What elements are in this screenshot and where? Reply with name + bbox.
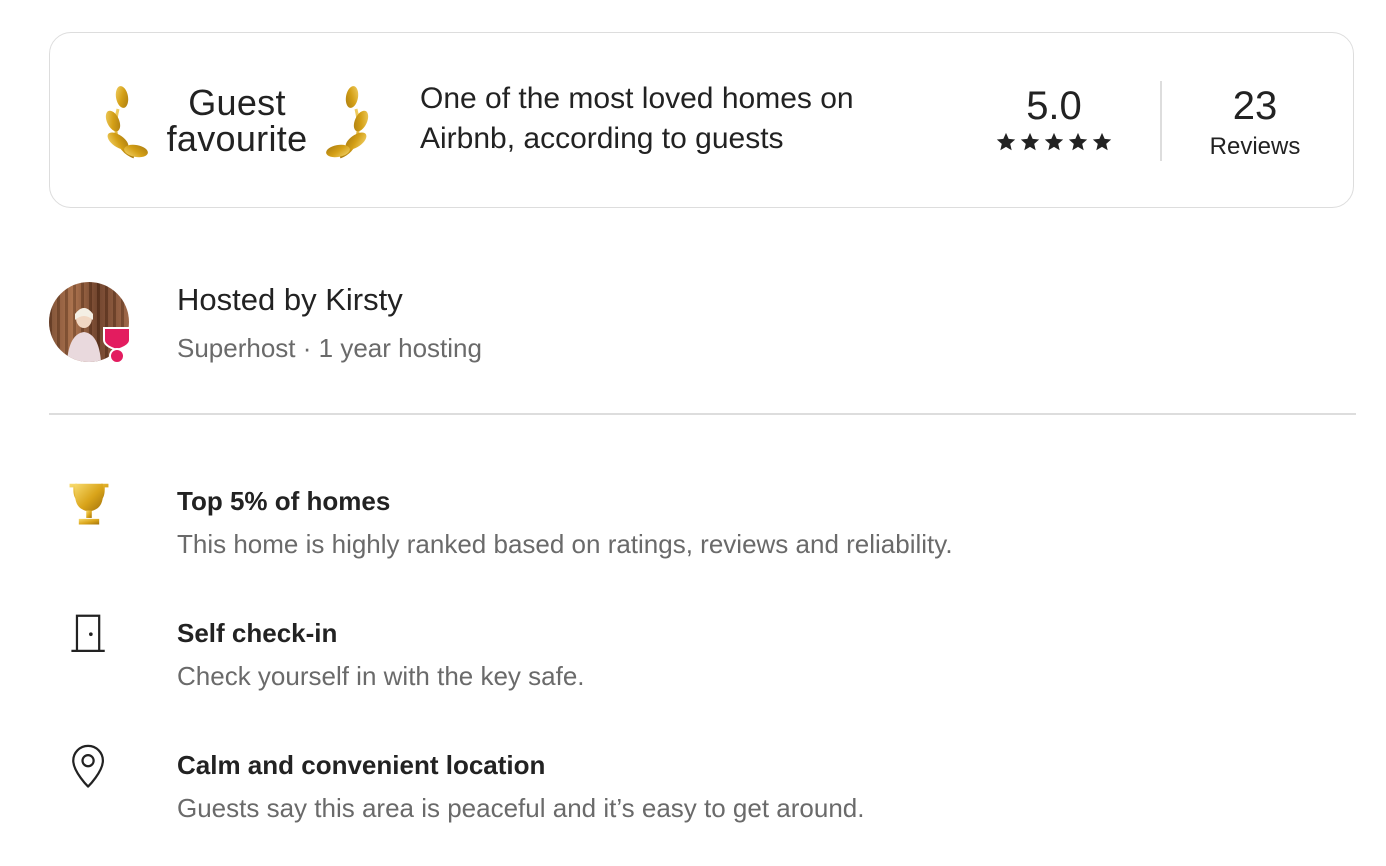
guest-favourite-description-line1: One of the most loved homes on [420, 82, 854, 115]
highlight-title: Calm and convenient location [177, 750, 546, 780]
guest-favourite-line1: Guest [188, 82, 286, 123]
reviews-label: Reviews [1209, 133, 1301, 160]
highlight-location: Calm and convenient location Guests say … [0, 744, 1386, 838]
guest-favourite-description-line2: Airbnb, according to guests [420, 122, 784, 155]
guest-favourite-badge: Guest favourite [104, 85, 370, 161]
superhost-badge-icon [103, 327, 131, 364]
guest-favourite-line2: favourite [166, 118, 308, 159]
highlight-description: This home is highly ranked based on rati… [177, 529, 953, 559]
highlight-title: Top 5% of homes [177, 486, 391, 516]
reviews-count: 23 [1232, 84, 1278, 128]
listing-details: Guest favourite One of the most loved ho… [0, 0, 1386, 866]
star-icon [996, 132, 1016, 151]
highlight-title: Self check-in [177, 618, 338, 648]
rating-block: 5.0 [990, 83, 1118, 153]
laurel-left-icon [105, 86, 148, 159]
highlight-self-check-in: Self check-in Check yourself in with the… [0, 614, 1386, 706]
highlight-description: Guests say this area is peaceful and it’… [177, 793, 865, 823]
guest-favourite-card[interactable]: Guest favourite One of the most loved ho… [49, 32, 1354, 208]
highlight-description: Check yourself in with the key safe. [177, 661, 585, 691]
door-icon [71, 614, 105, 652]
rating-value: 5.0 [1026, 84, 1082, 128]
star-icon [1020, 132, 1040, 151]
guest-favourite-description: One of the most loved homes on Airbnb, a… [420, 79, 960, 159]
guest-favourite-label: Guest favourite [148, 85, 326, 157]
vertical-divider [1160, 81, 1162, 161]
star-icon [1092, 132, 1112, 151]
reviews-block[interactable]: 23 Reviews [1190, 83, 1320, 163]
host-name: Hosted by Kirsty [177, 282, 403, 317]
location-pin-icon [72, 744, 104, 788]
host-photo [67, 308, 101, 362]
star-rating [990, 131, 1118, 153]
star-icon [1044, 132, 1064, 151]
star-icon [1068, 132, 1088, 151]
highlight-top-homes: Top 5% of homes This home is highly rank… [0, 483, 1386, 574]
laurel-right-icon [326, 86, 369, 159]
host-subtitle: Superhost · 1 year hosting [177, 333, 482, 363]
trophy-icon [69, 483, 109, 525]
section-divider [49, 413, 1356, 415]
